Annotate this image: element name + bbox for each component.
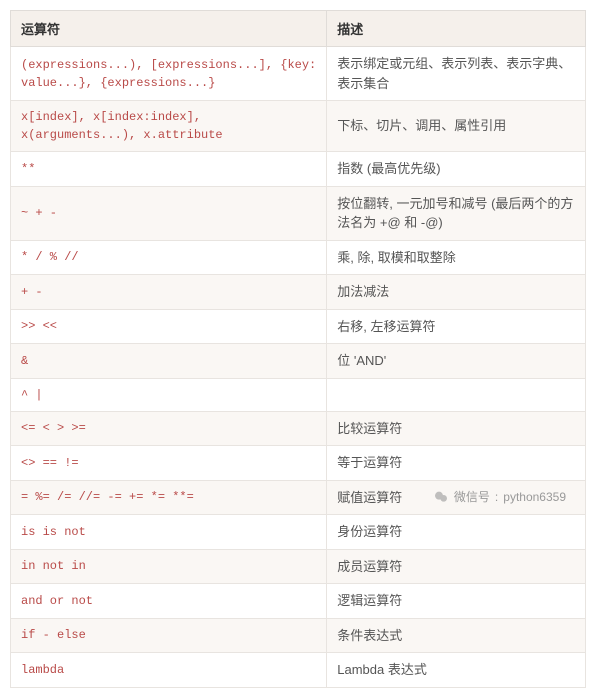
table-row: lambdaLambda 表达式: [11, 653, 586, 688]
operator-cell: lambda: [11, 653, 327, 688]
watermark-value: python6359: [503, 490, 566, 504]
description-cell: 身份运算符: [327, 515, 586, 550]
wechat-icon: [433, 489, 449, 505]
operator-cell: + -: [11, 275, 327, 310]
description-cell: Lambda 表达式: [327, 653, 586, 688]
table-row: ^ |: [11, 378, 586, 411]
description-cell: 条件表达式: [327, 618, 586, 653]
description-cell: 位 'AND': [327, 344, 586, 379]
description-cell: 下标、切片、调用、属性引用: [327, 101, 586, 152]
description-cell: 成员运算符: [327, 549, 586, 584]
description-cell: 乘, 除, 取模和取整除: [327, 240, 586, 275]
operator-cell: = %= /= //= -= += *= **=: [11, 480, 327, 515]
table-row: x[index], x[index:index], x(arguments...…: [11, 101, 586, 152]
table-row: if - else条件表达式: [11, 618, 586, 653]
operator-cell: is is not: [11, 515, 327, 550]
table-row: in not in成员运算符: [11, 549, 586, 584]
operator-cell: in not in: [11, 549, 327, 584]
table-row: (expressions...), [expressions...], {key…: [11, 47, 586, 101]
description-cell: [327, 378, 586, 411]
description-cell: 右移, 左移运算符: [327, 309, 586, 344]
operator-cell: ^ |: [11, 378, 327, 411]
col-header-operator: 运算符: [11, 11, 327, 47]
description-cell: 指数 (最高优先级): [327, 152, 586, 187]
operator-precedence-table: 运算符 描述 (expressions...), [expressions...…: [10, 10, 586, 688]
description-cell: 逻辑运算符: [327, 584, 586, 619]
operator-cell: >> <<: [11, 309, 327, 344]
table-row: and or not逻辑运算符: [11, 584, 586, 619]
operator-cell: (expressions...), [expressions...], {key…: [11, 47, 327, 101]
watermark-label: 微信号: [454, 488, 490, 505]
operator-cell: ~ + -: [11, 186, 327, 240]
table-row: is is not身份运算符: [11, 515, 586, 550]
watermark: 微信号: python6359: [433, 488, 566, 505]
operator-cell: * / % //: [11, 240, 327, 275]
operator-cell: and or not: [11, 584, 327, 619]
col-header-description: 描述: [327, 11, 586, 47]
description-cell: 加法减法: [327, 275, 586, 310]
operator-cell: <= < > >=: [11, 411, 327, 446]
table-row: <= < > >=比较运算符: [11, 411, 586, 446]
table-row: + -加法减法: [11, 275, 586, 310]
table-row: >> <<右移, 左移运算符: [11, 309, 586, 344]
operator-cell: &: [11, 344, 327, 379]
table-row: ~ + -按位翻转, 一元加号和减号 (最后两个的方法名为 +@ 和 -@): [11, 186, 586, 240]
description-cell: 表示绑定或元组、表示列表、表示字典、表示集合: [327, 47, 586, 101]
description-cell: 比较运算符: [327, 411, 586, 446]
description-cell: 等于运算符: [327, 446, 586, 481]
table-row: &位 'AND': [11, 344, 586, 379]
operator-cell: <> == !=: [11, 446, 327, 481]
description-cell: 按位翻转, 一元加号和减号 (最后两个的方法名为 +@ 和 -@): [327, 186, 586, 240]
operator-cell: x[index], x[index:index], x(arguments...…: [11, 101, 327, 152]
table-row: * / % //乘, 除, 取模和取整除: [11, 240, 586, 275]
table-row: **指数 (最高优先级): [11, 152, 586, 187]
operator-cell: if - else: [11, 618, 327, 653]
operator-cell: **: [11, 152, 327, 187]
table-row: <> == !=等于运算符: [11, 446, 586, 481]
